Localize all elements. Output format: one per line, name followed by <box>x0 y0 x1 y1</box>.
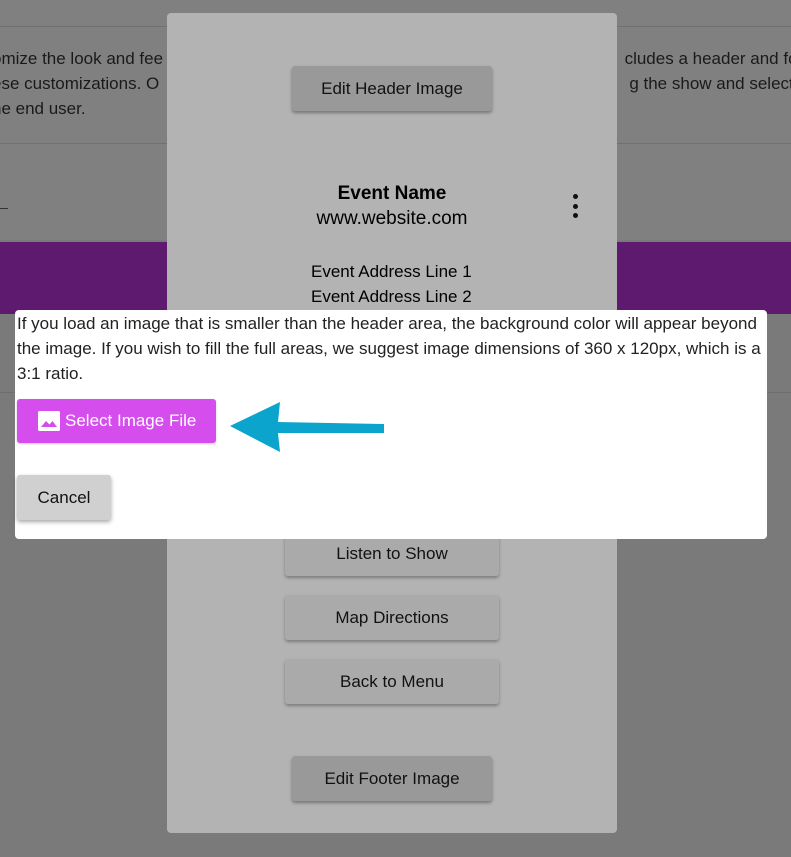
desc-line-right: cludes a header and foo <box>624 49 791 68</box>
dialog-message: If you load an image that is smaller tha… <box>17 314 761 383</box>
more-options-icon[interactable] <box>568 194 582 218</box>
event-website: www.website.com <box>316 208 468 229</box>
desc-line-right: g the show and selectin <box>629 74 791 93</box>
event-address-line2: Event Address Line 2 <box>311 287 472 306</box>
desc-line-left: ese customizations. O <box>0 74 160 93</box>
edit-header-image-button[interactable]: Edit Header Image <box>292 66 492 111</box>
event-name: Event Name <box>337 183 447 204</box>
desc-line-left: he end user. <box>0 99 86 118</box>
cancel-button[interactable]: Cancel <box>17 475 111 520</box>
select-image-file-button[interactable]: Select Image File <box>17 399 216 443</box>
pointer-arrow-icon <box>230 402 384 452</box>
edit-footer-image-button[interactable]: Edit Footer Image <box>292 756 492 801</box>
divider <box>0 208 8 209</box>
back-to-menu-button[interactable]: Back to Menu <box>285 659 499 704</box>
image-upload-dialog: If you load an image that is smaller tha… <box>15 310 767 539</box>
select-image-file-label: Select Image File <box>65 411 197 430</box>
map-directions-button[interactable]: Map Directions <box>285 595 499 640</box>
event-address-line1: Event Address Line 1 <box>311 262 472 281</box>
desc-line-left: omize the look and fee <box>0 49 164 68</box>
image-icon <box>38 411 60 431</box>
